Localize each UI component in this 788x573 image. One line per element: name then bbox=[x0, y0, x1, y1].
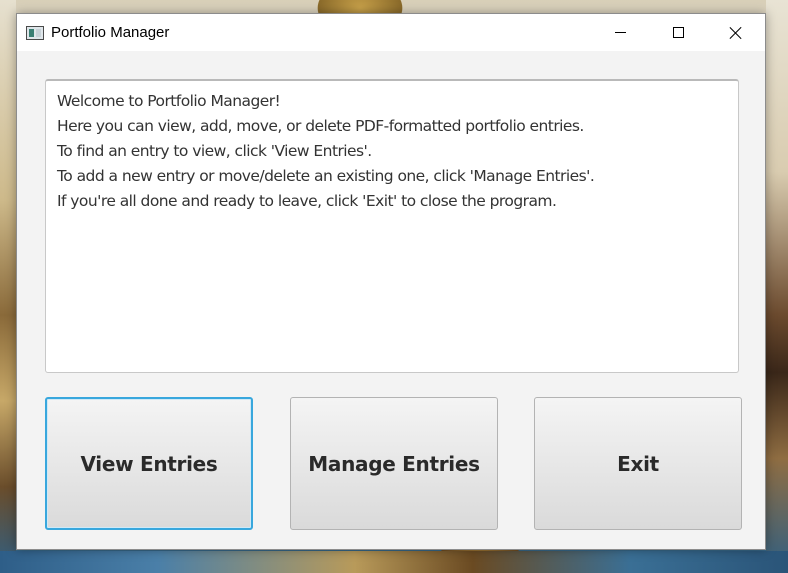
welcome-line: Here you can view, add, move, or delete … bbox=[57, 117, 584, 135]
close-icon bbox=[729, 26, 743, 40]
window-title: Portfolio Manager bbox=[51, 24, 170, 41]
portfolio-manager-window: Portfolio Manager Welcome to Portfolio M… bbox=[16, 13, 766, 550]
minimize-button[interactable] bbox=[591, 14, 649, 51]
exit-button[interactable]: Exit bbox=[534, 397, 742, 530]
maximize-icon bbox=[672, 27, 684, 38]
maximize-button[interactable] bbox=[649, 14, 707, 51]
welcome-text-area[interactable]: Welcome to Portfolio Manager! Here you c… bbox=[45, 79, 739, 373]
minimize-icon bbox=[614, 32, 626, 33]
view-entries-button[interactable]: View Entries bbox=[45, 397, 253, 530]
app-icon bbox=[26, 26, 44, 40]
desktop-wallpaper-right bbox=[766, 0, 788, 573]
close-button[interactable] bbox=[707, 14, 765, 51]
desktop-wallpaper-left bbox=[0, 0, 16, 573]
welcome-line: If you're all done and ready to leave, c… bbox=[57, 192, 557, 210]
manage-entries-button[interactable]: Manage Entries bbox=[290, 397, 498, 530]
welcome-line: Welcome to Portfolio Manager! bbox=[57, 92, 281, 110]
welcome-line: To add a new entry or move/delete an exi… bbox=[57, 167, 595, 185]
title-bar[interactable]: Portfolio Manager bbox=[17, 14, 765, 51]
desktop-wallpaper-bottom bbox=[0, 551, 788, 573]
welcome-line: To find an entry to view, click 'View En… bbox=[57, 142, 372, 160]
